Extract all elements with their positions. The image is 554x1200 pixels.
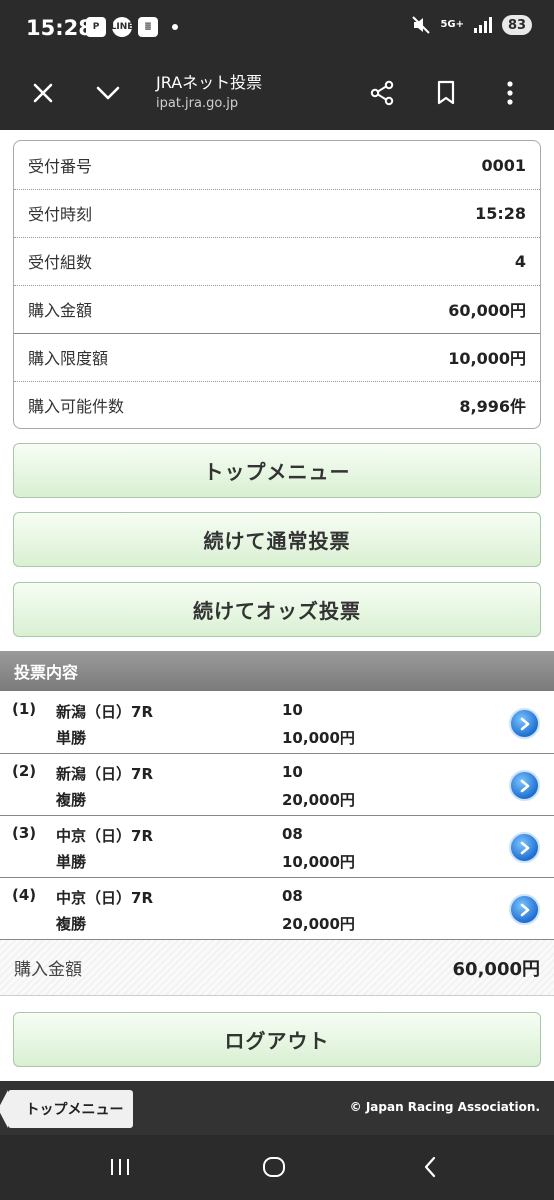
bet-horse-number: 08 (282, 825, 303, 843)
bet-detail-button[interactable] (509, 708, 540, 739)
bookmark-icon (437, 80, 455, 105)
receipt-label: 購入限度額 (28, 349, 109, 368)
signal-icon (474, 17, 492, 33)
page-url[interactable]: ipat.jra.go.jp (156, 96, 238, 111)
share-icon (370, 80, 394, 106)
line-icon: LINE (111, 17, 133, 37)
receipt-row: 購入金額 60,000円 (14, 285, 540, 333)
total-label: 購入金額 (14, 960, 82, 980)
bet-race: 新潟（日）7R (56, 703, 153, 721)
bet-race: 中京（日）7R (56, 889, 153, 907)
battery-indicator: 83 (502, 15, 532, 35)
back-button[interactable] (410, 1151, 450, 1183)
status-time: 15:28 (26, 16, 93, 40)
receipt-row: 受付番号 0001 (14, 141, 540, 189)
bet-amount: 10,000円 (282, 729, 355, 747)
share-button[interactable] (363, 74, 401, 112)
mute-icon (412, 16, 431, 34)
chevron-right-icon (520, 779, 529, 792)
receipt-label: 購入可能件数 (28, 397, 125, 416)
chevron-down-icon (96, 86, 120, 100)
chevron-right-icon (520, 717, 529, 730)
top-menu-button[interactable]: トップメニュー (13, 443, 541, 498)
bet-type: 複勝 (56, 791, 87, 809)
close-icon (33, 83, 53, 103)
continue-odds-bet-button[interactable]: 続けてオッズ投票 (13, 582, 541, 637)
bet-list-item: (3) 中京（日）7R 単勝 08 10,000円 (0, 816, 554, 878)
news-icon: ≣ (138, 17, 158, 37)
home-icon (263, 1157, 285, 1177)
bet-list-item: (2) 新潟（日）7R 複勝 10 20,000円 (0, 754, 554, 816)
receipt-value: 4 (514, 251, 526, 271)
receipt-row: 購入限度額 10,000円 (14, 333, 540, 381)
recent-apps-button[interactable] (100, 1151, 140, 1183)
more-vert-icon (507, 81, 513, 105)
bet-type: 単勝 (56, 853, 87, 871)
bet-horse-number: 08 (282, 887, 303, 905)
receipt-label: 購入金額 (28, 301, 93, 320)
back-icon (424, 1156, 436, 1178)
bet-list-item: (1) 新潟（日）7R 単勝 10 10,000円 (0, 692, 554, 754)
receipt-row: 購入可能件数 8,996件 (14, 381, 540, 428)
home-button[interactable] (254, 1151, 294, 1183)
receipt-value: 60,000円 (448, 301, 526, 320)
paypay-icon: P (86, 17, 106, 37)
page-title: JRAネット投票 (156, 73, 263, 92)
page-footer: トップメニュー © Japan Racing Association. (0, 1081, 554, 1135)
chevron-right-icon (520, 903, 529, 916)
bet-number: (1) (12, 700, 37, 718)
bet-type: 複勝 (56, 915, 87, 933)
bet-number: (3) (12, 824, 37, 842)
more-menu-button[interactable] (491, 74, 529, 112)
bet-horse-number: 10 (282, 763, 303, 781)
receipt-info-box: 受付番号 0001 受付時刻 15:28 受付組数 4 購入金額 60,000円… (13, 140, 541, 429)
receipt-value: 15:28 (475, 203, 526, 223)
copyright: © Japan Racing Association. (349, 1100, 540, 1114)
receipt-value: 10,000円 (448, 349, 526, 368)
receipt-row: 受付時刻 15:28 (14, 189, 540, 237)
bet-detail-button[interactable] (509, 894, 540, 925)
close-button[interactable] (24, 74, 62, 112)
bet-number: (4) (12, 886, 37, 904)
bet-number: (2) (12, 762, 37, 780)
system-nav-bar (0, 1135, 554, 1200)
notification-dot-icon (172, 24, 178, 30)
chevron-right-icon (520, 841, 529, 854)
receipt-row: 受付組数 4 (14, 237, 540, 285)
bet-race: 中京（日）7R (56, 827, 153, 845)
bet-detail-button[interactable] (509, 770, 540, 801)
status-right: 5G+ 83 (412, 15, 532, 35)
network-label: 5G+ (440, 19, 464, 30)
receipt-label: 受付組数 (28, 253, 93, 272)
status-app-icons: P LINE ≣ (86, 17, 178, 37)
receipt-value: 0001 (481, 155, 526, 175)
bet-amount: 20,000円 (282, 915, 355, 933)
bet-type: 単勝 (56, 729, 87, 747)
bookmark-button[interactable] (427, 74, 465, 112)
continue-normal-bet-button[interactable]: 続けて通常投票 (13, 512, 541, 567)
bet-list-item: (4) 中京（日）7R 複勝 08 20,000円 (0, 878, 554, 940)
collapse-button[interactable] (89, 74, 127, 112)
browser-toolbar: JRAネット投票 ipat.jra.go.jp (0, 56, 554, 130)
bet-amount: 10,000円 (282, 853, 355, 871)
back-to-top-menu-button[interactable]: トップメニュー (0, 1090, 133, 1128)
recent-apps-icon (111, 1159, 129, 1175)
purchase-total: 購入金額 60,000円 (0, 940, 554, 996)
status-bar: 15:28 P LINE ≣ 5G+ 83 (0, 0, 554, 56)
bet-detail-button[interactable] (509, 832, 540, 863)
bet-content-header: 投票内容 (0, 651, 554, 691)
receipt-label: 受付番号 (28, 157, 93, 176)
bet-race: 新潟（日）7R (56, 765, 153, 783)
bet-amount: 20,000円 (282, 791, 355, 809)
bet-horse-number: 10 (282, 701, 303, 719)
total-value: 60,000円 (452, 958, 540, 980)
receipt-value: 8,996件 (459, 397, 526, 416)
logout-button[interactable]: ログアウト (13, 1012, 541, 1067)
receipt-label: 受付時刻 (28, 205, 93, 224)
